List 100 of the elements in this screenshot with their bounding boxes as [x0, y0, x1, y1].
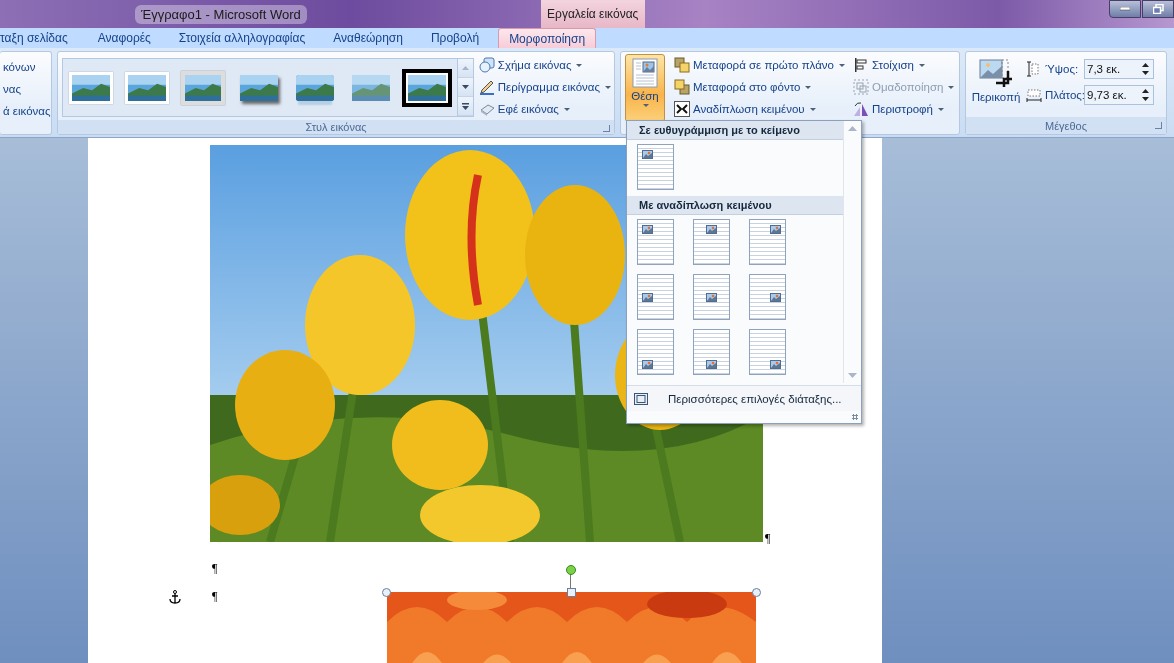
- picture-icon: [770, 225, 781, 234]
- more-button[interactable]: [457, 97, 473, 116]
- crop-icon: [978, 57, 1014, 89]
- window-title: Έγγραφο1 - Microsoft Word: [135, 4, 307, 24]
- paragraph-mark: ¶: [212, 590, 218, 602]
- paragraph-mark: ¶: [212, 562, 218, 574]
- ribbon-tab[interactable]: Προβολή: [416, 28, 494, 48]
- ribbon-command[interactable]: Μεταφορά στο φόντο: [671, 76, 848, 98]
- layout-option[interactable]: [637, 144, 674, 190]
- dialog-launcher-icon[interactable]: [1155, 122, 1162, 129]
- section-heading: Σε ευθυγράμμιση με το κείμενο: [627, 121, 843, 140]
- ribbon-command[interactable]: Μεταφορά σε πρώτο πλάνο: [671, 54, 848, 76]
- group-icon: [852, 79, 869, 95]
- layout-option[interactable]: [693, 219, 730, 265]
- layers-icon: [674, 57, 690, 73]
- caret-icon: [563, 107, 570, 111]
- size-field[interactable]: 7,3 εκ.: [1084, 59, 1154, 79]
- layout-option[interactable]: [749, 329, 786, 375]
- ribbon-command[interactable]: κόνων: [0, 56, 51, 78]
- ribbon-command[interactable]: ά εικόνας: [0, 100, 51, 122]
- caret-icon: [838, 63, 845, 67]
- ribbon-command[interactable]: Σχήμα εικόνας: [475, 54, 614, 76]
- group-label: Μέγεθος: [1045, 119, 1087, 132]
- expand-icon: [461, 102, 469, 110]
- ribbon-tab[interactable]: Αναθεώρηση: [319, 28, 417, 48]
- rotation-handle[interactable]: [566, 565, 577, 575]
- restore-button[interactable]: [1142, 0, 1174, 18]
- picture-icon: [642, 150, 653, 159]
- up-arrow-icon: [461, 66, 469, 70]
- ribbon-command[interactable]: Εφέ εικόνας: [475, 98, 614, 120]
- ribbon-command[interactable]: Περίγραμμα εικόνας: [475, 76, 614, 98]
- ribbon-command[interactable]: Στοίχιση: [849, 54, 958, 76]
- caret-icon: [605, 85, 611, 89]
- down-arrow-icon: [461, 85, 469, 89]
- caret-icon: [576, 63, 583, 67]
- ribbon-tab[interactable]: Μορφοποίηση: [498, 28, 597, 48]
- caret-icon: [937, 107, 944, 111]
- resize-handle[interactable]: [567, 588, 577, 597]
- contextual-tab-header: Εργαλεία εικόνας: [540, 0, 645, 28]
- layout-option[interactable]: [693, 274, 730, 320]
- height-icon: [1026, 61, 1042, 77]
- picture-icon: [770, 292, 781, 302]
- ribbon-tab[interactable]: Στοιχεία αλληλογραφίας: [164, 28, 320, 48]
- ribbon-command[interactable]: Περιστροφή: [849, 98, 958, 120]
- layout-option[interactable]: [749, 219, 786, 265]
- layers-icon: [674, 79, 690, 95]
- picture-icon: [706, 292, 717, 302]
- layout-option[interactable]: [637, 274, 674, 320]
- picture-style-option[interactable]: [405, 68, 449, 107]
- group-label: Στυλ εικόνας: [305, 121, 367, 133]
- layout-icon: [634, 392, 648, 405]
- paragraph-mark: ¶: [765, 532, 771, 544]
- picture-icon: [642, 360, 653, 369]
- ribbon-command[interactable]: Αναδίπλωση κειμένου: [671, 98, 848, 120]
- scroll-down-button[interactable]: [457, 78, 473, 97]
- landscape-icon: [296, 74, 334, 101]
- caret-icon: [918, 63, 925, 67]
- field-label: Ύψος:: [1045, 63, 1080, 75]
- picture-icon: [642, 225, 653, 234]
- size-field[interactable]: 9,73 εκ.: [1084, 85, 1154, 105]
- more-layout-options[interactable]: Περισσότερες επιλογές διάταξης...: [627, 385, 861, 411]
- pencil-icon: [478, 79, 495, 95]
- landscape-icon: [125, 71, 169, 104]
- spin-arrows-icon: [1142, 62, 1149, 76]
- layout-option[interactable]: [693, 329, 730, 375]
- layout-option[interactable]: [637, 219, 674, 265]
- picture-icon: [770, 360, 781, 369]
- wrap-text-icon: [674, 101, 690, 117]
- resize-grip-icon[interactable]: [852, 414, 858, 420]
- landscape-icon: [240, 74, 278, 101]
- position-button[interactable]: Θέση: [625, 54, 665, 122]
- ribbon-command[interactable]: νας: [0, 78, 51, 100]
- landscape-icon: [181, 70, 225, 105]
- rotate-icon: [852, 101, 869, 117]
- spin-arrows-icon: [1142, 88, 1149, 102]
- align-icon: [852, 57, 869, 73]
- crop-button[interactable]: Περικοπή: [966, 54, 1026, 117]
- width-icon: [1026, 87, 1042, 103]
- picture-icon: [706, 225, 717, 234]
- minimize-button[interactable]: [1109, 0, 1141, 18]
- picture-icon: [706, 360, 717, 369]
- caret-icon: [643, 104, 649, 107]
- minimize-icon: [1120, 7, 1130, 11]
- caret-icon: [809, 107, 816, 111]
- ribbon-tab[interactable]: Αναφορές: [83, 28, 165, 48]
- section-heading: Με αναδίπλωση κειμένου: [627, 196, 843, 215]
- page-layout-icon: [632, 58, 658, 88]
- caret-icon: [805, 85, 812, 89]
- landscape-icon: [69, 71, 113, 104]
- layout-option[interactable]: [749, 274, 786, 320]
- caret-icon: [948, 85, 955, 89]
- picture-icon: [642, 292, 653, 302]
- restore-icon: [1152, 4, 1164, 14]
- ribbon-tab[interactable]: ταξη σελίδας: [0, 28, 82, 48]
- resize-handle[interactable]: [382, 588, 392, 597]
- landscape-icon: [352, 74, 390, 101]
- resize-handle[interactable]: [752, 588, 762, 597]
- layout-option[interactable]: [637, 329, 674, 375]
- dialog-launcher-icon[interactable]: [603, 125, 610, 132]
- shapes-icon: [478, 57, 495, 73]
